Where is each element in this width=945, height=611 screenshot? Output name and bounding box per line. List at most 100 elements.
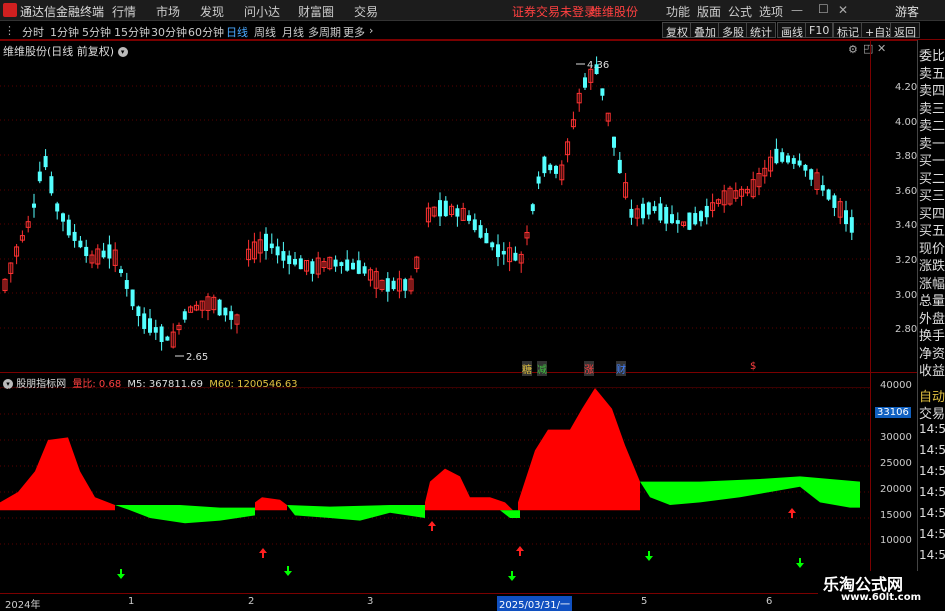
candle-body-down [670,214,674,224]
sell-arrow-icon [428,521,436,531]
menu-caifuquan[interactable]: 财富圈 [298,3,334,20]
btn-f10[interactable]: F10 [805,22,834,38]
period-fenshi[interactable]: 分时 [22,24,44,40]
candle-body-down [153,327,158,333]
candle-body-down [385,278,390,292]
side-label: 外盘 [919,311,945,327]
volume-axis-label: 10000 [880,535,912,546]
time-label: 14:56 [919,464,945,478]
xaxis-label: 2 [248,596,255,607]
candle-body-down [55,203,60,212]
candle-body-down [786,155,790,163]
side-jiaoyi[interactable]: 交易 [919,403,945,422]
period-weekly[interactable]: 周线 [254,24,276,40]
buy-arrow-icon [284,566,292,576]
axis-divider [870,40,871,594]
menu-hangqing[interactable]: 行情 [112,3,136,20]
sell-arrow-icon [259,548,267,558]
candle-body-down [652,206,657,211]
menu-jiaoyi[interactable]: 交易 [354,3,378,20]
close-icon[interactable]: ✕ [838,3,848,17]
btn-huaxian[interactable]: 画线 [777,22,807,39]
event-marker-jian[interactable]: 减 [537,361,547,376]
event-marker-tang[interactable]: 糖 [522,361,532,376]
candle-body-down [496,244,500,258]
volume-axis-label: 15000 [880,510,912,521]
menu-banmian[interactable]: 版面 [697,3,721,20]
period-15min[interactable]: 15分钟 [114,24,150,40]
period-daily[interactable]: 日线 [226,24,248,40]
guest-label[interactable]: 游客 [895,3,919,20]
candle-body-down [43,156,48,168]
toolbar-grip-icon: ⋮ [4,24,15,37]
panel-close-icon[interactable]: ✕ [877,42,886,55]
time-label: 14:56 [919,485,945,499]
btn-biaoji[interactable]: 标记 [833,22,863,39]
period-1min[interactable]: 1分钟 [50,24,79,40]
btn-fuquan[interactable]: 复权 [662,22,692,39]
btn-diejia[interactable]: 叠加 [690,22,720,39]
side-label: 净资 [919,346,945,362]
menu-gongshi[interactable]: 公式 [728,3,752,20]
time-label: 14:56 [919,506,945,520]
event-marker-zhang[interactable]: 涨 [584,361,594,376]
current-stock-name: 维维股份 [590,5,639,19]
candle-body-down [467,215,471,221]
candle-body-down [136,306,141,317]
period-more[interactable]: 更多 [343,24,365,40]
candle-body-down [275,246,280,256]
menu-shichang[interactable]: 市场 [156,3,180,20]
volume-axis-label: 25000 [880,458,912,469]
volume-axis-label: 30000 [880,432,912,443]
candle-body-down [513,252,518,261]
candle-body-down [148,318,152,333]
side-label: 现价 [919,241,945,257]
more-chevron-icon[interactable]: › [369,24,373,37]
candle-body-down [159,326,164,342]
candle-body-down [293,258,297,265]
candle-body-down [832,195,837,208]
menu-faxian[interactable]: 发现 [200,3,224,20]
event-marker-dollar[interactable]: $ [750,361,756,372]
minimize-icon[interactable]: — [791,3,803,17]
sell-arrow-icon [788,508,796,518]
period-60min[interactable]: 60分钟 [188,24,224,40]
menu-xuanxiang[interactable]: 选项 [759,3,783,20]
candle-body-down [641,203,645,219]
low-price-label: 2.65 [186,352,208,363]
candle-body-down [298,258,303,270]
menu-wenxiaoda[interactable]: 问小达 [244,3,280,20]
menu-gongneng[interactable]: 功能 [666,3,690,20]
side-label: 收益 [919,364,945,379]
side-label: 总量 [919,294,945,309]
indicator-chart[interactable] [0,388,870,593]
period-monthly[interactable]: 月线 [282,24,304,40]
high-price-label: 4.36 [587,60,609,71]
period-multi[interactable]: 多周期 [308,24,341,40]
price-axis-label: 3.00 [895,290,918,301]
candle-body-down [310,261,315,274]
login-status[interactable]: 证券交易未登录 [512,3,596,20]
candle-body-down [687,212,692,230]
candle-body-down [107,244,112,259]
event-marker-cai[interactable]: 财 [616,361,626,376]
candle-body-down [84,246,89,257]
maximize-icon[interactable]: ☐ [818,2,829,16]
date-axis: 2024年 1 2 3 2025/03/31/一 5 6 [0,594,870,611]
btn-duogu[interactable]: 多股 [718,22,748,39]
candle-body-down [542,156,547,174]
side-label: 买五 [919,224,945,239]
candle-body-down [484,233,489,244]
candle-body-down [704,205,709,218]
period-5min[interactable]: 5分钟 [82,24,111,40]
candle-body-down [362,266,367,274]
candle-body-down [490,242,495,248]
side-label: 卖五 [919,66,945,82]
candlestick-chart[interactable]: 4.36 2.65 [0,41,870,372]
time-label: 14:56 [919,527,945,541]
btn-back[interactable]: 返回 [890,22,920,39]
period-30min[interactable]: 30分钟 [151,24,187,40]
candle-body-down [583,77,587,88]
side-label: 换手 [919,329,945,344]
btn-tongji[interactable]: 统计 [746,22,776,39]
